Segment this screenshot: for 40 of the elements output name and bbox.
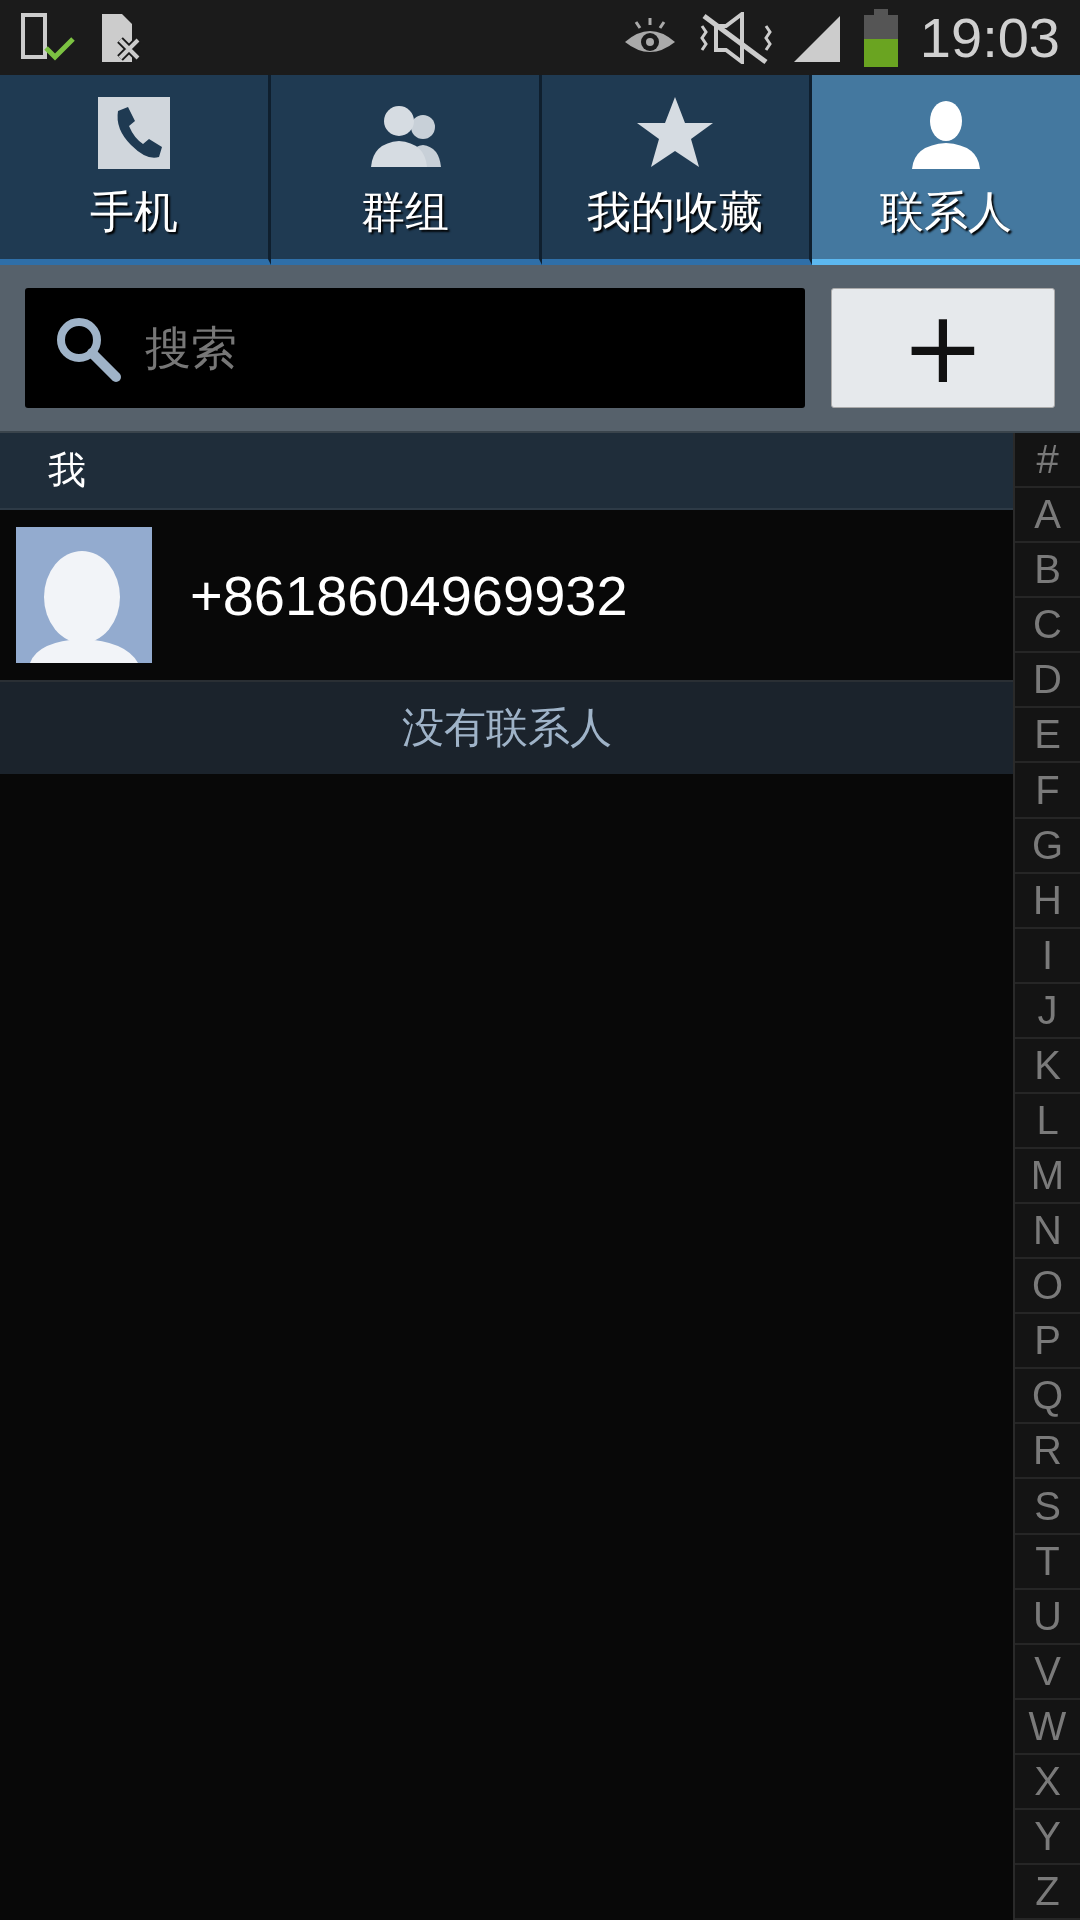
- index-letter[interactable]: V: [1015, 1644, 1080, 1700]
- avatar-icon: [16, 527, 152, 663]
- tab[interactable]: 群组: [270, 75, 542, 265]
- battery-icon: [861, 8, 900, 67]
- tab[interactable]: 联系人: [812, 75, 1080, 265]
- index-letter[interactable]: S: [1015, 1479, 1080, 1535]
- index-letter[interactable]: U: [1015, 1589, 1080, 1645]
- add-button[interactable]: +: [831, 288, 1055, 408]
- index-letter[interactable]: K: [1015, 1038, 1080, 1094]
- tab[interactable]: 手机: [0, 75, 271, 265]
- index-letter[interactable]: Z: [1015, 1865, 1080, 1920]
- clock-time: 19:03: [919, 5, 1060, 70]
- index-letter[interactable]: H: [1015, 873, 1080, 929]
- index-letter[interactable]: D: [1015, 653, 1080, 709]
- index-letter[interactable]: G: [1015, 818, 1080, 874]
- index-letter[interactable]: I: [1015, 928, 1080, 984]
- index-letter[interactable]: Y: [1015, 1809, 1080, 1866]
- index-letter[interactable]: X: [1015, 1754, 1080, 1810]
- index-bar[interactable]: # A B C D E F G H I J K L M N O P Q R S T U V W X Y Z: [1013, 433, 1080, 1920]
- section-header: 我: [0, 433, 1013, 510]
- index-letter[interactable]: R: [1015, 1424, 1080, 1480]
- index-letter[interactable]: N: [1015, 1204, 1080, 1260]
- index-letter[interactable]: E: [1015, 708, 1080, 764]
- contact-name: +8618604969932: [190, 562, 628, 628]
- tab[interactable]: 我的收藏: [541, 75, 813, 265]
- search-field[interactable]: 搜索: [25, 288, 805, 408]
- index-letter[interactable]: #: [1015, 433, 1080, 489]
- index-letter[interactable]: O: [1015, 1259, 1080, 1315]
- index-letter[interactable]: T: [1015, 1534, 1080, 1590]
- index-letter[interactable]: F: [1015, 763, 1080, 819]
- index-letter[interactable]: J: [1015, 983, 1080, 1039]
- index-letter[interactable]: P: [1015, 1314, 1080, 1370]
- index-letter[interactable]: Q: [1015, 1369, 1080, 1425]
- index-letter[interactable]: C: [1015, 598, 1080, 654]
- index-letter[interactable]: M: [1015, 1149, 1080, 1205]
- index-letter[interactable]: L: [1015, 1093, 1080, 1149]
- index-letter[interactable]: A: [1015, 488, 1080, 544]
- empty-message: 没有联系人: [0, 682, 1013, 774]
- index-letter[interactable]: B: [1015, 543, 1080, 599]
- index-letter[interactable]: W: [1015, 1699, 1080, 1755]
